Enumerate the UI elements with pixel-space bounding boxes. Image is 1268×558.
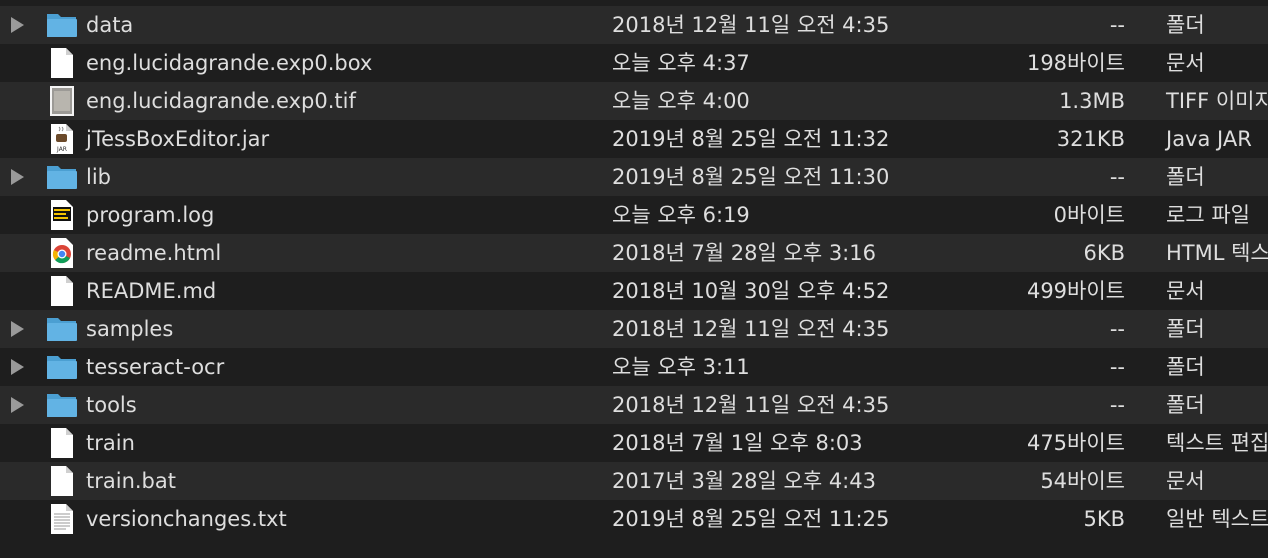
file-name: data <box>86 13 134 37</box>
file-row[interactable]: program.log 오늘 오후 6:19 0바이트 로그 파일 <box>0 196 1268 234</box>
file-date-modified: 2018년 7월 28일 오후 3:16 <box>612 241 876 265</box>
file-name: program.log <box>86 203 215 227</box>
file-name: samples <box>86 317 174 341</box>
document-icon <box>46 465 78 497</box>
file-date-modified: 2018년 12월 11일 오전 4:35 <box>612 393 890 417</box>
file-name: versionchanges.txt <box>86 507 287 531</box>
file-kind: Java JAR <box>1166 127 1252 151</box>
file-kind: HTML 텍스트 <box>1166 241 1268 265</box>
file-row[interactable]: readme.html 2018년 7월 28일 오후 3:16 6KB HTML 텍… <box>0 234 1268 272</box>
file-name: tesseract-ocr <box>86 355 225 379</box>
disclosure-triangle-icon[interactable] <box>11 17 24 33</box>
file-size: -- <box>1109 165 1125 189</box>
document-icon <box>46 275 78 307</box>
file-size: 198바이트 <box>1026 51 1125 75</box>
jar-file-icon: JAR <box>46 123 78 155</box>
file-size: 5KB <box>1083 507 1125 531</box>
file-kind: 폴더 <box>1166 393 1205 417</box>
file-date-modified: 2019년 8월 25일 오전 11:32 <box>612 127 890 151</box>
file-date-modified: 오늘 오후 3:11 <box>612 355 750 379</box>
file-row[interactable]: tesseract-ocr 오늘 오후 3:11 -- 폴더 <box>0 348 1268 386</box>
file-size: -- <box>1109 355 1125 379</box>
file-size: -- <box>1109 393 1125 417</box>
file-kind: 문서 <box>1166 469 1205 493</box>
svg-text:JAR: JAR <box>56 146 67 153</box>
file-date-modified: 2018년 12월 11일 오전 4:35 <box>612 13 890 37</box>
file-date-modified: 2019년 8월 25일 오전 11:25 <box>612 507 890 531</box>
file-row[interactable]: train 2018년 7월 1일 오후 8:03 475바이트 텍스트 편집 <box>0 424 1268 462</box>
file-size: 54바이트 <box>1040 469 1125 493</box>
file-date-modified: 오늘 오후 6:19 <box>612 203 750 227</box>
file-size: -- <box>1109 317 1125 341</box>
image-thumbnail-icon <box>46 85 78 117</box>
file-size: 1.3MB <box>1059 89 1125 113</box>
file-date-modified: 2018년 10월 30일 오후 4:52 <box>612 279 890 303</box>
file-size: 321KB <box>1056 127 1125 151</box>
file-date-modified: 오늘 오후 4:00 <box>612 89 750 113</box>
disclosure-triangle-icon[interactable] <box>11 321 24 337</box>
file-row[interactable]: train.bat 2017년 3월 28일 오후 4:43 54바이트 문서 <box>0 462 1268 500</box>
file-date-modified: 2017년 3월 28일 오후 4:43 <box>612 469 876 493</box>
file-size: 6KB <box>1083 241 1125 265</box>
file-date-modified: 2018년 12월 11일 오전 4:35 <box>612 317 890 341</box>
file-row[interactable]: README.md 2018년 10월 30일 오후 4:52 499바이트 문서 <box>0 272 1268 310</box>
file-name: lib <box>86 165 111 189</box>
text-file-icon <box>46 503 78 535</box>
file-row[interactable]: data 2018년 12월 11일 오전 4:35 -- 폴더 <box>0 6 1268 44</box>
file-size: 499바이트 <box>1026 279 1125 303</box>
file-row[interactable]: eng.lucidagrande.exp0.box 오늘 오후 4:37 198바이… <box>0 44 1268 82</box>
file-row[interactable]: tools 2018년 12월 11일 오전 4:35 -- 폴더 <box>0 386 1268 424</box>
file-name: jTessBoxEditor.jar <box>86 127 270 151</box>
file-kind: 폴더 <box>1166 165 1205 189</box>
file-row[interactable]: lib 2019년 8월 25일 오전 11:30 -- 폴더 <box>0 158 1268 196</box>
file-kind: 문서 <box>1166 51 1205 75</box>
folder-icon <box>46 313 78 345</box>
folder-icon <box>46 9 78 41</box>
file-row[interactable]: samples 2018년 12월 11일 오전 4:35 -- 폴더 <box>0 310 1268 348</box>
file-kind: 텍스트 편집 <box>1166 431 1268 455</box>
folder-icon <box>46 161 78 193</box>
document-icon <box>46 47 78 79</box>
file-name: train <box>86 431 135 455</box>
file-name: tools <box>86 393 137 417</box>
file-row[interactable]: JAR jTessBoxEditor.jar 2019년 8월 25일 오전 11:… <box>0 120 1268 158</box>
log-file-icon <box>46 199 78 231</box>
file-name: train.bat <box>86 469 176 493</box>
file-date-modified: 2019년 8월 25일 오전 11:30 <box>612 165 890 189</box>
file-date-modified: 오늘 오후 4:37 <box>612 51 750 75</box>
file-kind: 일반 텍스트 <box>1166 507 1268 531</box>
file-size: -- <box>1109 13 1125 37</box>
file-size: 0바이트 <box>1053 203 1125 227</box>
file-row[interactable]: eng.lucidagrande.exp0.tif 오늘 오후 4:00 1.3MB… <box>0 82 1268 120</box>
file-kind: 폴더 <box>1166 13 1205 37</box>
file-kind: 폴더 <box>1166 355 1205 379</box>
file-kind: 문서 <box>1166 279 1205 303</box>
disclosure-triangle-icon[interactable] <box>11 169 24 185</box>
disclosure-triangle-icon[interactable] <box>11 359 24 375</box>
folder-icon <box>46 351 78 383</box>
file-kind: TIFF 이미지 <box>1166 89 1268 113</box>
document-icon <box>46 427 78 459</box>
file-row[interactable]: versionchanges.txt 2019년 8월 25일 오전 11:25 5… <box>0 500 1268 538</box>
file-size: 475바이트 <box>1026 431 1125 455</box>
file-date-modified: 2018년 7월 1일 오후 8:03 <box>612 431 863 455</box>
file-kind: 로그 파일 <box>1166 203 1250 227</box>
chrome-icon <box>46 237 78 269</box>
disclosure-triangle-icon[interactable] <box>11 397 24 413</box>
file-name: README.md <box>86 279 217 303</box>
folder-icon <box>46 389 78 421</box>
file-name: eng.lucidagrande.exp0.tif <box>86 89 356 113</box>
file-name: eng.lucidagrande.exp0.box <box>86 51 373 75</box>
file-list: data 2018년 12월 11일 오전 4:35 -- 폴더 eng.lucidag… <box>0 6 1268 538</box>
file-name: readme.html <box>86 241 222 265</box>
file-kind: 폴더 <box>1166 317 1205 341</box>
